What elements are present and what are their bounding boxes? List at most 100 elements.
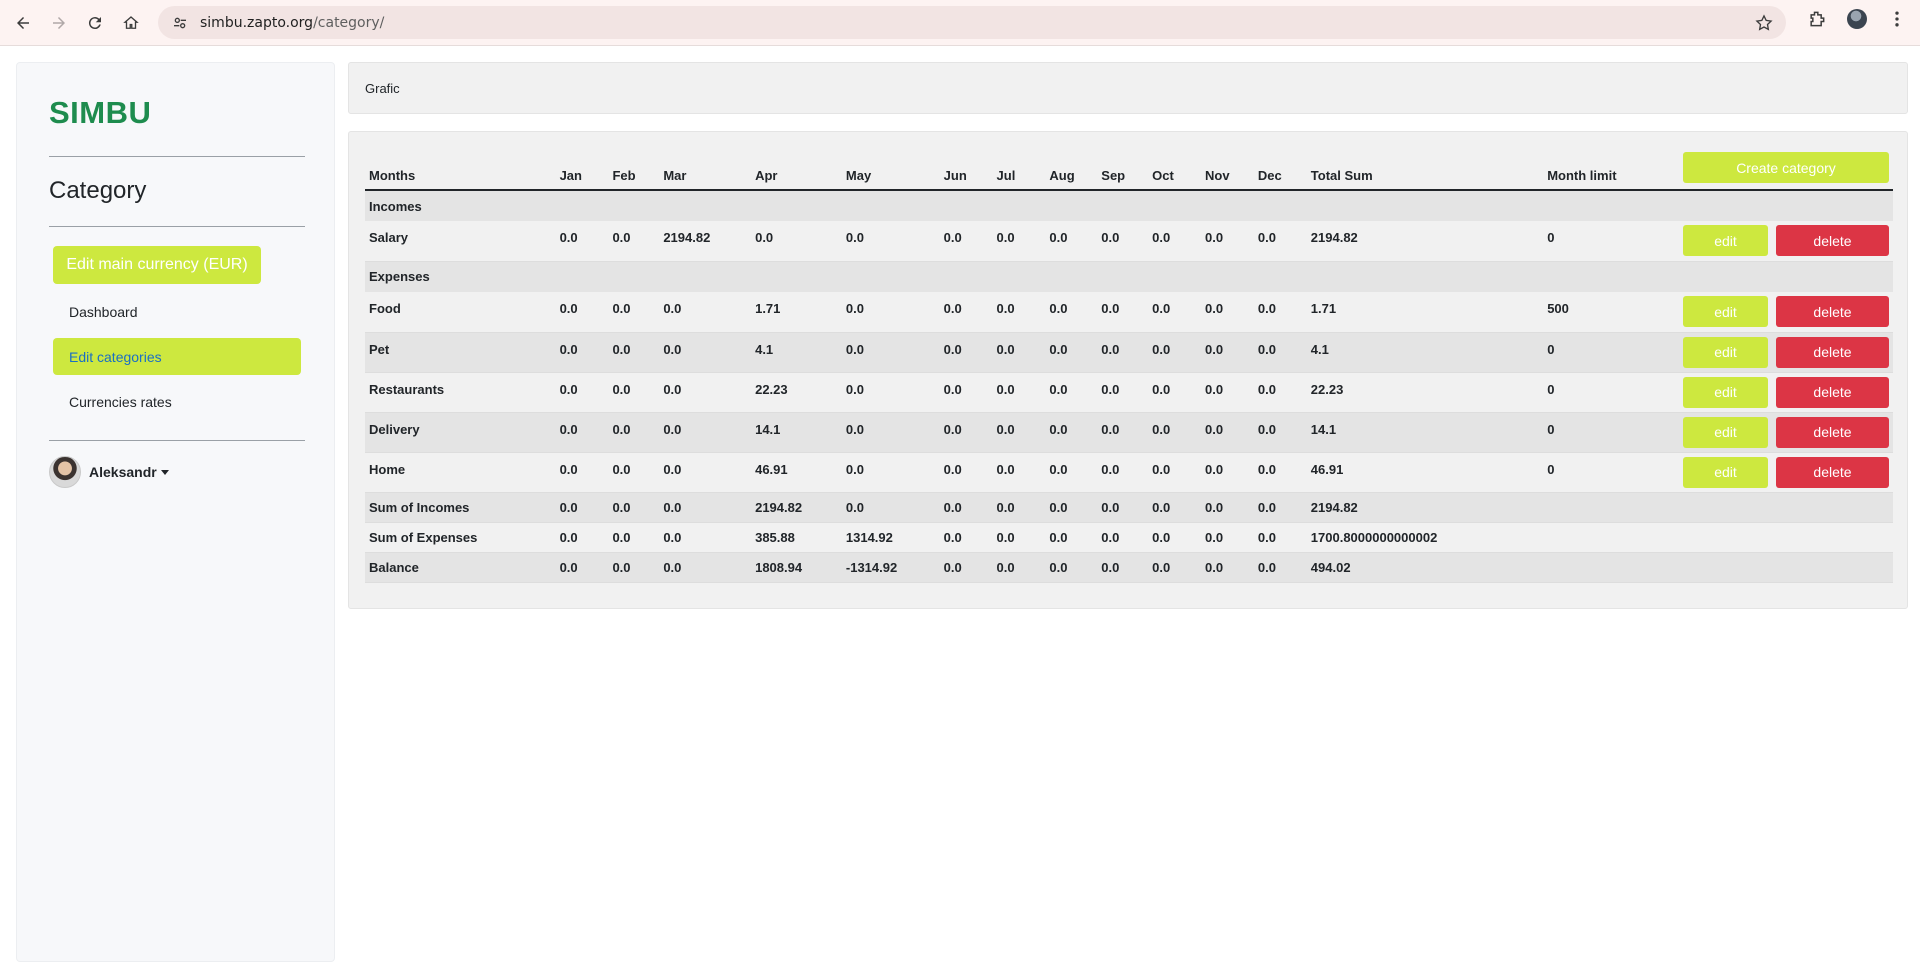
month-value: 0.0 [559,461,578,477]
month-value: 0.0 [1205,230,1224,245]
back-icon[interactable] [8,8,38,38]
month-value: 0.0 [943,381,962,397]
category-table-panel: Months Jan Feb Mar Apr May Jun Jul Aug Sep Oct Nov D… [348,131,1908,609]
month-limit: 0 [1547,230,1555,245]
total-sum: 46.91 [1310,461,1344,477]
table-row: Food 0.0 0.0 0.0 1.71 0.0 0.0 0.0 0.0 0.0 0.0 0.0 0.… [365,292,1893,332]
month-value: 0.0 [612,559,631,575]
row-actions: edit delete [1679,412,1893,452]
month-value: 0.0 [1101,301,1120,316]
total-sum: 494.02 [1310,559,1351,575]
empty-cell [1543,492,1893,522]
sidebar-title: Category [49,177,147,204]
month-value: 0.0 [559,421,578,437]
extensions-icon[interactable] [1806,8,1828,30]
edit-button[interactable]: edit [1683,336,1768,368]
divider [49,156,305,157]
bookmark-star-icon[interactable] [1754,13,1774,33]
column-header: Jan [559,168,582,183]
delete-button[interactable]: delete [1776,456,1889,488]
row-actions: edit delete [1679,452,1893,492]
expenses-group: Expenses [365,261,1893,292]
category-name: Pet [369,341,390,357]
month-value: 0.0 [612,381,631,397]
month-value: 0.0 [663,499,682,515]
user-menu[interactable]: Aleksandr [49,456,169,488]
month-value: 0.0 [1152,341,1171,357]
month-value: 0.0 [996,230,1015,245]
address-bar[interactable]: simbu.zapto.org/category/ [158,6,1786,39]
total-sum: 2194.82 [1310,499,1358,515]
avatar [49,456,81,488]
month-value: 0.0 [943,230,962,245]
caret-down-icon [160,469,169,475]
delete-button[interactable]: delete [1776,416,1889,448]
month-value: 0.0 [996,461,1015,477]
month-value: 0.0 [1152,301,1171,316]
menu-kebab-icon[interactable] [1886,8,1908,30]
site-settings-icon[interactable] [170,13,190,33]
month-value: 0.0 [1205,421,1224,437]
column-header: Apr [755,168,778,183]
month-value: 0.0 [1101,499,1120,515]
edit-main-currency-button[interactable]: Edit main currency (EUR) [53,246,261,284]
month-value: 0.0 [612,421,631,437]
month-value: 0.0 [1152,230,1171,245]
actions-header: Create category [1679,152,1893,190]
month-value: 0.0 [996,499,1015,515]
divider [49,226,305,227]
edit-button[interactable]: edit [1683,296,1768,328]
month-value: 0.0 [663,341,682,357]
url-host: simbu.zapto.org [200,14,314,31]
delete-button[interactable]: delete [1776,336,1889,368]
url-path: /category/ [313,14,385,31]
month-value: 0.0 [1101,341,1120,357]
table-row: Restaurants 0.0 0.0 0.0 22.23 0.0 0.0 0.0 0.0 0.0… [365,372,1893,412]
month-value: 0.0 [1152,499,1171,515]
month-value: 0.0 [943,301,962,316]
month-value: 0.0 [1101,559,1120,575]
month-value: 4.1 [755,341,774,357]
delete-button[interactable]: delete [1776,376,1889,408]
month-value: 0.0 [1257,559,1276,575]
month-value: 1314.92 [845,529,893,545]
month-value: 0.0 [1101,421,1120,437]
month-value: 0.0 [1049,381,1068,397]
edit-button[interactable]: edit [1683,225,1768,257]
edit-button[interactable]: edit [1683,456,1768,488]
create-category-button[interactable]: Create category [1683,152,1889,183]
month-value: 0.0 [559,381,578,397]
month-value: 0.0 [1205,559,1224,575]
logo[interactable]: SIMBU [49,95,151,131]
reload-icon[interactable] [80,8,110,38]
divider [49,440,305,441]
url-text: simbu.zapto.org/category/ [200,15,384,31]
month-value: 1.71 [755,301,781,316]
month-value: 0.0 [1101,529,1120,545]
delete-button[interactable]: delete [1776,225,1889,257]
category-name: Delivery [369,421,420,437]
month-value: 0.0 [1205,499,1224,515]
edit-button[interactable]: edit [1683,416,1768,448]
edit-button[interactable]: edit [1683,376,1768,408]
forward-icon[interactable] [44,8,74,38]
month-value: 0.0 [1101,461,1120,477]
month-value: 0.0 [612,461,631,477]
column-header: Oct [1152,168,1174,183]
sidebar-item-dashboard[interactable]: Dashboard [53,293,301,330]
month-value: 0.0 [1152,529,1171,545]
delete-button[interactable]: delete [1776,296,1889,328]
column-header: Feb [612,168,636,183]
month-value: 0.0 [996,381,1015,397]
month-value: 0.0 [612,341,631,357]
month-value: 0.0 [1049,230,1068,245]
month-value: 0.0 [996,301,1015,316]
month-value: 0.0 [1205,529,1224,545]
sidebar-item-edit-categories[interactable]: Edit categories [53,338,301,375]
month-value: 0.0 [1049,341,1068,357]
sidebar-item-currencies-rates[interactable]: Currencies rates [53,383,301,420]
profile-avatar-icon[interactable] [1846,8,1868,30]
month-value: 0.0 [559,499,578,515]
home-icon[interactable] [116,8,146,38]
month-value: 0.0 [755,230,774,245]
